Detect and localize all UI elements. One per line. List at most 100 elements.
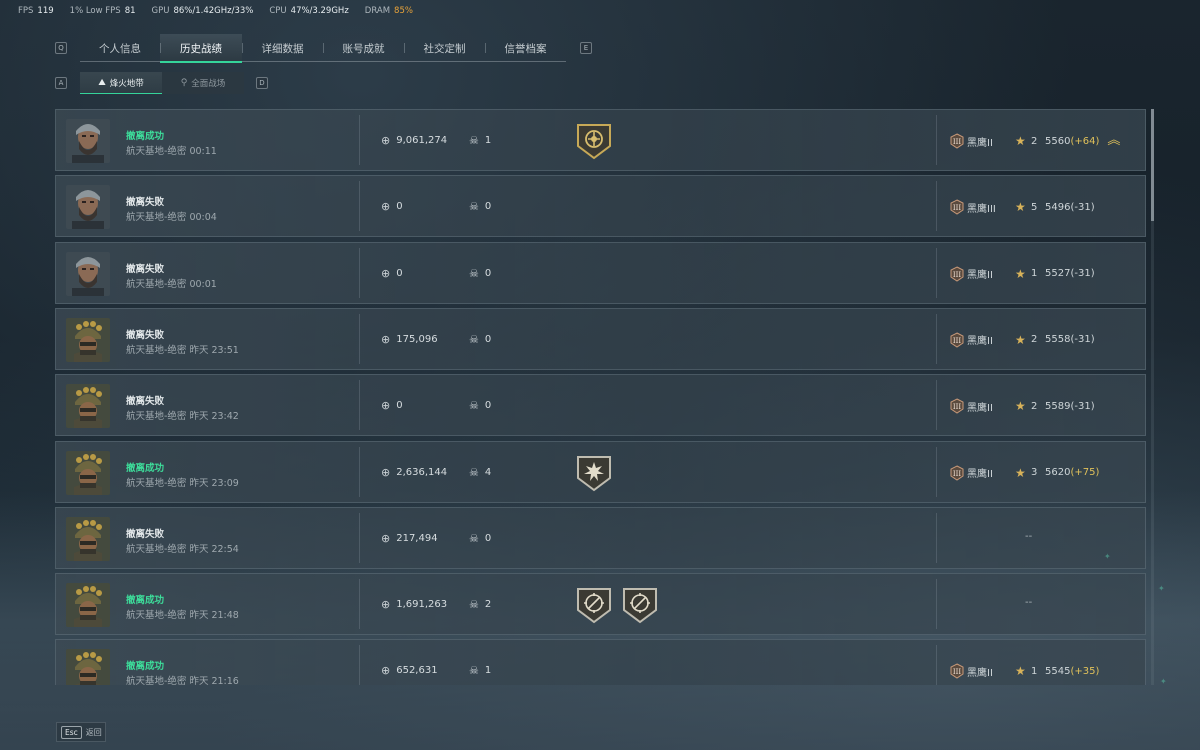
sparkle-icon: ✦ [1160, 677, 1167, 686]
score-delta: (+75) [1070, 467, 1100, 478]
extraction-result: 撤离失败 [126, 396, 165, 408]
operator-avatar [66, 251, 110, 296]
loot-value-stat: ⊕ 0 [381, 399, 403, 412]
extraction-result: 撤离成功 [126, 462, 165, 474]
star-icon: ★ [1015, 200, 1026, 215]
list-scrollbar-thumb[interactable] [1151, 109, 1154, 221]
subtab-operations[interactable]: ⛰ 烽火地带 [80, 72, 162, 94]
score-delta: (-31) [1070, 268, 1095, 280]
match-row[interactable]: 撤离成功 航天基地-绝密 昨天 21:16 ⊕ 652,631 ☠ 1 III 黑鹰II ★ 1 5… [55, 639, 1146, 685]
kill-count: 0 [484, 532, 492, 544]
tab-detailed-data[interactable]: 详细数据 [242, 34, 323, 62]
coin-icon: ⊕ [381, 266, 391, 280]
rank-score: 5527 [1045, 268, 1071, 280]
prev-subtab-keyhint[interactable]: A [55, 77, 67, 89]
svg-text:III: III [953, 204, 962, 212]
subtab-warfare-label: 全面战场 [191, 79, 226, 89]
rank-score: 5496 [1045, 201, 1071, 213]
shield-crosshair-medal-icon[interactable] [576, 586, 612, 624]
loot-value: 9,061,274 [396, 135, 448, 146]
match-row[interactable]: 撤离成功 航天基地-绝密 昨天 21:48 ⊕ 1,691,263 ☠ 2 -- [55, 573, 1146, 636]
operator-avatar [66, 119, 110, 163]
rank-info: III 黑鹰II ★ 1 5527 (-31) [949, 266, 1095, 282]
kill-count: 4 [484, 466, 492, 478]
list-scrollbar[interactable] [1151, 109, 1154, 685]
match-row[interactable]: 撤离失败 航天基地-绝密 00:01 ⊕ 0 ☠ 0 III 黑鹰II ★ 1 5527 (-31) [55, 241, 1146, 304]
rank-name: 黑鹰II [967, 402, 993, 414]
kills-stat: ☠ 0 [469, 333, 491, 346]
coin-icon: ⊕ [381, 598, 391, 612]
dram-label: DRAM [364, 6, 391, 16]
coin-icon: ⊕ [381, 531, 391, 545]
match-row[interactable]: 撤离成功 航天基地-绝密 00:11 ⊕ 9,061,274 ☠ 1 III 黑鹰II ★ 2 55… [55, 109, 1146, 171]
back-button[interactable]: Esc 返回 [56, 722, 106, 742]
column-divider [936, 247, 937, 298]
svg-text:III: III [953, 271, 962, 279]
column-divider [936, 380, 937, 431]
map-and-time: 航天基地-绝密 00:11 [126, 146, 217, 157]
loot-value: 1,691,263 [396, 599, 448, 611]
kills-stat: ☠ 0 [469, 267, 491, 280]
next-tab-keyhint[interactable]: E [580, 42, 592, 54]
loot-value-stat: ⊕ 175,096 [381, 333, 438, 346]
next-subtab-keyhint[interactable]: D [256, 77, 268, 89]
skull-icon: ☠ [469, 399, 479, 413]
tab-reputation[interactable]: 信誉档案 [485, 34, 566, 62]
back-label: 返回 [85, 727, 102, 737]
operator-avatar [66, 516, 110, 561]
column-divider [359, 313, 360, 364]
loot-value: 2,636,144 [396, 466, 448, 478]
column-divider [936, 115, 937, 165]
loot-value: 0 [396, 400, 403, 412]
column-divider [359, 512, 360, 563]
kills-stat: ☠ 1 [469, 134, 491, 147]
coin-icon: ⊕ [381, 664, 391, 678]
dram-value: 85% [394, 6, 413, 16]
column-divider [936, 313, 937, 364]
shield-burst-medal-icon[interactable] [576, 454, 612, 492]
rank-score: 5560 [1045, 135, 1071, 147]
column-divider [936, 512, 937, 563]
tab-achievements[interactable]: 账号成就 [323, 34, 404, 62]
tab-match-history[interactable]: 历史战绩 [160, 34, 242, 63]
shield-crown-medal-icon[interactable] [576, 122, 612, 160]
loot-value: 652,631 [396, 665, 438, 677]
map-and-time: 航天基地-绝密 昨天 23:42 [126, 411, 239, 423]
gpu-value: 86%/1.42GHz/33% [173, 6, 254, 16]
coin-icon: ⊕ [381, 200, 391, 214]
match-row[interactable]: 撤离成功 航天基地-绝密 昨天 23:09 ⊕ 2,636,144 ☠ 4 III 黑鹰II ★… [55, 440, 1146, 503]
kills-stat: ☠ 1 [469, 664, 491, 677]
map-and-time: 航天基地-绝密 00:04 [126, 212, 217, 224]
match-row[interactable]: 撤离失败 航天基地-绝密 昨天 22:54 ⊕ 217,494 ☠ 0 -- [55, 506, 1146, 569]
rank-info: III 黑鹰II ★ 3 5620 (+75) [949, 464, 1100, 481]
rank-badge-icon: III [949, 464, 965, 481]
subtab-warfare[interactable]: ⚲ 全面战场 [162, 72, 244, 94]
score-delta: (-31) [1070, 201, 1095, 213]
dram-readout: DRAM 85% [365, 6, 413, 18]
shield-crosshair-medal-icon[interactable] [622, 586, 658, 624]
match-row[interactable]: 撤离失败 航天基地-绝密 昨天 23:42 ⊕ 0 ☠ 0 III 黑鹰II ★ 2 5589 (-3… [55, 374, 1146, 437]
rank-stars: 5 [1031, 201, 1038, 213]
svg-text:III: III [953, 403, 962, 411]
score-delta: (-31) [1070, 400, 1095, 412]
tab-social-customization[interactable]: 社交定制 [404, 34, 485, 62]
star-icon: ★ [1015, 465, 1026, 480]
skull-icon: ☠ [469, 465, 479, 479]
rank-name: 黑鹰II [967, 667, 993, 679]
kills-stat: ☠ 2 [469, 598, 491, 611]
rank-score: 5545 [1045, 665, 1071, 677]
match-row[interactable]: 撤离失败 航天基地-绝密 00:04 ⊕ 0 ☠ 0 III 黑鹰III ★ 5 5496 (-31) [55, 175, 1146, 238]
match-history-list[interactable]: 撤离成功 航天基地-绝密 00:11 ⊕ 9,061,274 ☠ 1 III 黑鹰II ★ 2 55… [55, 109, 1146, 685]
prev-tab-keyhint[interactable]: Q [55, 42, 67, 54]
medal-group [576, 586, 658, 624]
skull-icon: ☠ [469, 598, 479, 612]
sparkle-icon: ✦ [1158, 584, 1165, 593]
kills-stat: ☠ 4 [469, 466, 491, 479]
kill-count: 1 [484, 665, 492, 677]
skull-icon: ☠ [469, 266, 479, 280]
skull-icon: ☠ [469, 134, 479, 147]
match-row[interactable]: 撤离失败 航天基地-绝密 昨天 23:51 ⊕ 175,096 ☠ 0 III 黑鹰II ★ 2 5… [55, 307, 1146, 370]
column-divider [359, 645, 360, 685]
tab-profile[interactable]: 个人信息 [80, 34, 160, 62]
rank-name: 黑鹰II [967, 469, 993, 480]
